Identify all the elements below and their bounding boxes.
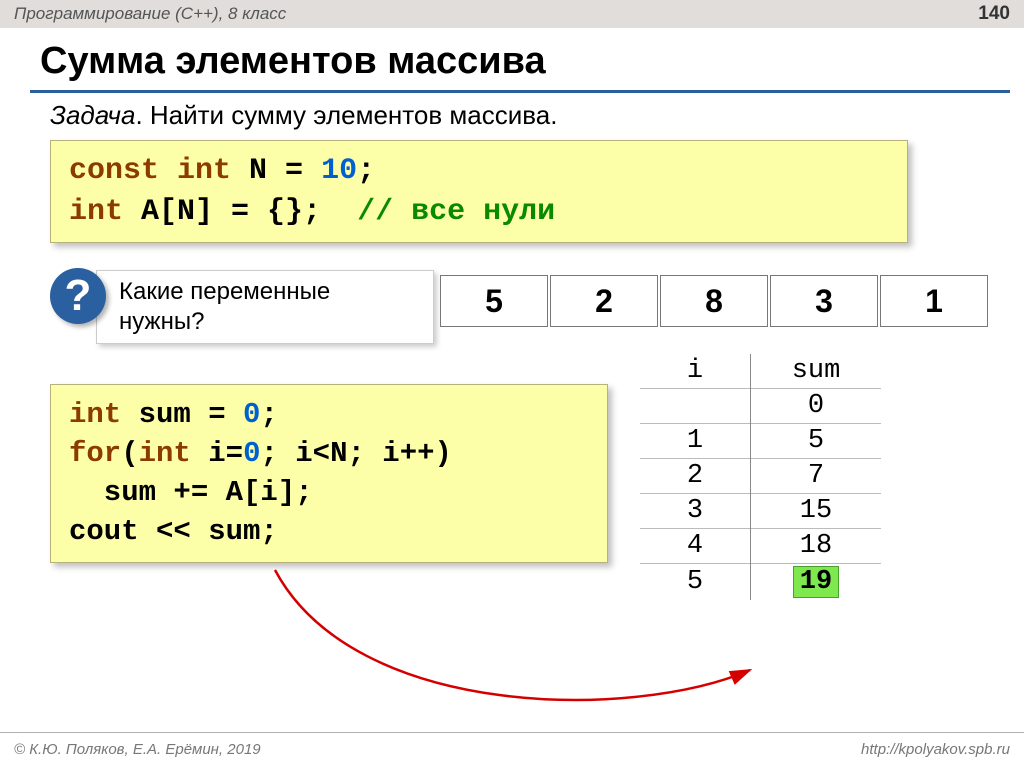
- course-label: Программирование (С++), 8 класс: [14, 4, 286, 24]
- trace-sum: 18: [751, 529, 882, 564]
- page-number: 140: [978, 3, 1010, 25]
- trace-i: 1: [640, 424, 751, 459]
- trace-head-i: i: [640, 354, 751, 389]
- array-cell: 3: [770, 275, 878, 327]
- slide: Программирование (С++), 8 класс 140 Сумм…: [0, 0, 1024, 767]
- trace-i: 2: [640, 459, 751, 494]
- trace-i: 4: [640, 529, 751, 564]
- question-badge: ?: [50, 268, 106, 324]
- page-title: Сумма элементов массива: [40, 40, 546, 83]
- header-band: Программирование (С++), 8 класс 140: [0, 0, 1024, 28]
- code-block-declaration: const int N = 10; int A[N] = {}; // все …: [50, 140, 908, 243]
- trace-sum: 15: [751, 494, 882, 529]
- footer-url: http://kpolyakov.spb.ru: [861, 741, 1010, 758]
- task-text: . Найти сумму элементов массива.: [135, 100, 557, 130]
- trace-i: 3: [640, 494, 751, 529]
- trace-head-sum: sum: [751, 354, 882, 389]
- footer: © К.Ю. Поляков, Е.А. Ерёмин, 2019 http:/…: [0, 732, 1024, 767]
- code-block-loop: int sum = 0; for(int i=0; i<N; i++) sum …: [50, 384, 608, 563]
- task-label: Задача: [50, 100, 135, 130]
- trace-sum: 0: [751, 389, 882, 424]
- copyright: © К.Ю. Поляков, Е.А. Ерёмин, 2019: [14, 741, 261, 758]
- trace-i: [640, 389, 751, 424]
- question-text: Какие переменные нужны?: [119, 278, 330, 335]
- title-underline: [30, 90, 1010, 93]
- task-line: Задача. Найти сумму элементов массива.: [50, 100, 557, 131]
- array-cell: 2: [550, 275, 658, 327]
- question-mark-icon: ?: [65, 271, 92, 321]
- array-cell: 5: [440, 275, 548, 327]
- trace-table: i sum 0 15 27 315 418 5 19: [640, 354, 881, 600]
- question-box: Какие переменные нужны?: [96, 270, 434, 344]
- trace-sum: 5: [751, 424, 882, 459]
- trace-i: 5: [640, 564, 751, 601]
- final-sum-highlight: 19: [793, 566, 839, 598]
- array-row: 5 2 8 3 1: [440, 275, 990, 327]
- trace-sum: 19: [751, 564, 882, 601]
- trace-sum: 7: [751, 459, 882, 494]
- array-cell: 1: [880, 275, 988, 327]
- array-cell: 8: [660, 275, 768, 327]
